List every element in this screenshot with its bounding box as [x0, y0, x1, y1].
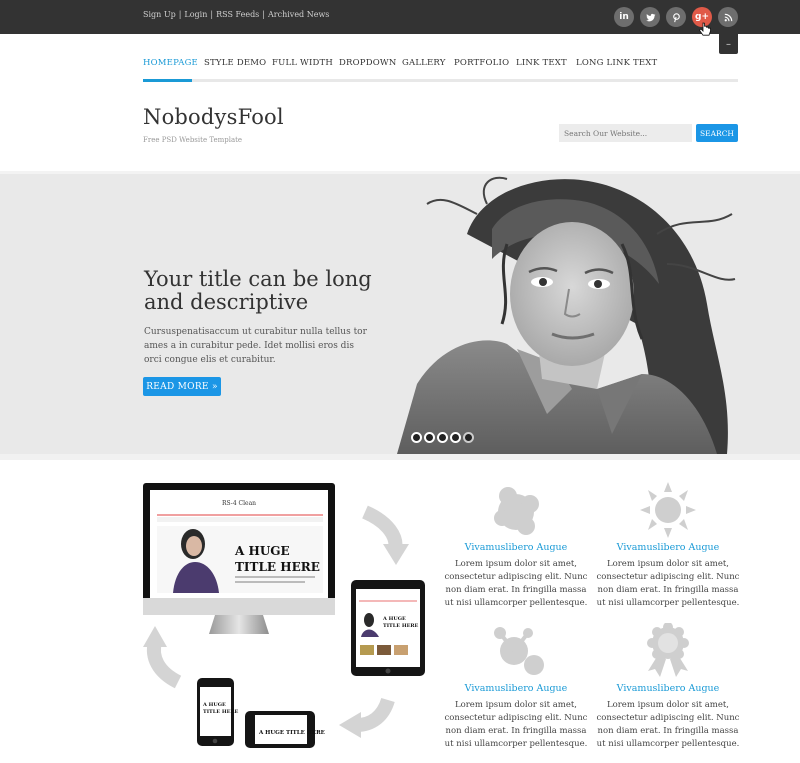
- nav-active-indicator: [143, 79, 192, 82]
- link-separator: |: [178, 10, 182, 19]
- feature-text: Lorem ipsum dolor sit amet, consectetur …: [444, 559, 588, 608]
- link-separator: |: [210, 10, 214, 19]
- feature-block: Vivamuslibero Augue Lorem ipsum dolor si…: [443, 482, 589, 610]
- monitor-headline-line2: TITLE HERE: [235, 560, 320, 574]
- responsive-devices-illustration: RS-4 Clean A HUGE TITLE HERE A HUGE TITL…: [143, 483, 425, 748]
- slide-title: Your title can be long and descriptive: [144, 267, 372, 314]
- toggle-label: –: [726, 38, 731, 50]
- linkedin-glyph: in: [619, 12, 629, 22]
- hero-slider: Your title can be long and descriptive C…: [0, 171, 800, 460]
- puzzle-blob-icon: [494, 487, 539, 535]
- nav-portfolio[interactable]: PORTFOLIO: [454, 58, 509, 68]
- slider-dot[interactable]: [424, 432, 435, 443]
- nav-homepage[interactable]: HOMEPAGE: [143, 58, 198, 68]
- sun-icon: [640, 482, 696, 538]
- site-tagline: Free PSD Website Template: [143, 136, 243, 144]
- top-bar: Sign Up | Login | RSS Feeds | Archived News in…: [0, 0, 800, 34]
- pinterest-shape: [672, 12, 680, 22]
- link-separator: |: [262, 10, 265, 19]
- nav-dropdown[interactable]: DROPDOWN: [339, 58, 396, 68]
- slider-dot[interactable]: [411, 432, 422, 443]
- twitter-icon[interactable]: [640, 7, 660, 27]
- slide-text: Cursuspenatisaccum ut curabitur nulla te…: [144, 327, 367, 365]
- slider-dot[interactable]: [437, 432, 448, 443]
- feature-text: Lorem ipsum dolor sit amet, consectetur …: [596, 700, 740, 749]
- nav-full-width[interactable]: FULL WIDTH: [272, 58, 333, 68]
- award-ribbon-icon: [647, 622, 689, 677]
- molecule-icon: [494, 627, 544, 675]
- archived-news-link[interactable]: Archived News: [268, 10, 329, 19]
- login-link[interactable]: Login: [184, 10, 207, 19]
- feature-block: Vivamuslibero Augue Lorem ipsum dolor si…: [595, 622, 741, 751]
- monitor-headline: A HUGE: [234, 544, 290, 558]
- svg-text:A HUGE: A HUGE: [382, 616, 406, 622]
- nav-long-link-text[interactable]: LONG LINK TEXT: [576, 58, 657, 68]
- site-logo[interactable]: NobodysFool: [143, 105, 284, 129]
- topbar-toggle-button[interactable]: –: [719, 34, 738, 54]
- hand-cursor-icon: [698, 22, 711, 36]
- hero-portrait-image: [397, 174, 738, 454]
- read-more-button[interactable]: READ MORE »: [143, 377, 221, 396]
- feature-title[interactable]: Vivamuslibero Augue: [443, 683, 589, 694]
- rss-feeds-link[interactable]: RSS Feeds: [216, 10, 259, 19]
- search-button[interactable]: SEARCH: [696, 124, 738, 142]
- svg-text:TITLE HERE: TITLE HERE: [203, 709, 239, 715]
- feature-text: Lorem ipsum dolor sit amet, consectetur …: [444, 700, 588, 749]
- monitor-brand: RS-4 Clean: [222, 500, 256, 507]
- nav-link-text[interactable]: LINK TEXT: [516, 58, 567, 68]
- search-input[interactable]: [559, 124, 692, 142]
- svg-text:TITLE HERE: TITLE HERE: [383, 623, 419, 629]
- pinterest-icon[interactable]: [666, 7, 686, 27]
- feature-block: Vivamuslibero Augue Lorem ipsum dolor si…: [595, 482, 741, 610]
- slider-dots: [411, 432, 474, 443]
- nav-style-demo[interactable]: STYLE DEMO: [204, 58, 266, 68]
- feature-title[interactable]: Vivamuslibero Augue: [595, 683, 741, 694]
- slider-dot[interactable]: [450, 432, 461, 443]
- feature-title[interactable]: Vivamuslibero Augue: [443, 542, 589, 553]
- twitter-bird-shape: [645, 13, 655, 21]
- feature-text: Lorem ipsum dolor sit amet, consectetur …: [596, 559, 740, 608]
- main-nav: HOMEPAGE STYLE DEMO FULL WIDTH DROPDOWN …: [143, 52, 738, 82]
- nav-gallery[interactable]: GALLERY: [402, 58, 446, 68]
- top-links: Sign Up | Login | RSS Feeds | Archived News: [143, 10, 329, 19]
- signup-link[interactable]: Sign Up: [143, 10, 176, 19]
- rss-shape: [724, 13, 732, 21]
- svg-text:A HUGE TITLE HERE: A HUGE TITLE HERE: [258, 730, 325, 736]
- rss-icon[interactable]: [718, 7, 738, 27]
- feature-block: Vivamuslibero Augue Lorem ipsum dolor si…: [443, 623, 589, 751]
- slider-dot-active[interactable]: [463, 432, 474, 443]
- svg-text:A HUGE: A HUGE: [202, 702, 226, 708]
- feature-title[interactable]: Vivamuslibero Augue: [595, 542, 741, 553]
- google-plus-glyph: g+: [695, 12, 709, 22]
- linkedin-icon[interactable]: in: [614, 7, 634, 27]
